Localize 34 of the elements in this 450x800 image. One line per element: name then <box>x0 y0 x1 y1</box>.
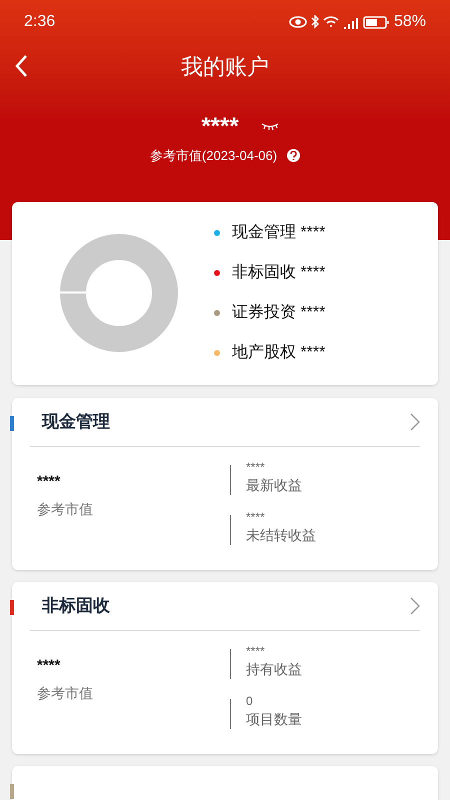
eye-icon <box>288 16 307 28</box>
wifi-icon <box>322 16 339 28</box>
battery-icon <box>362 16 390 28</box>
bluetooth-icon <box>310 15 319 29</box>
card-title: 现金管理 <box>42 410 110 433</box>
legend-label: 非标固收 **** <box>232 262 326 283</box>
card-value: **** <box>37 656 62 676</box>
card-value-label: 参考市值 <box>37 684 94 704</box>
stat-label: 最新收益 <box>246 476 302 494</box>
chevron-right-icon[interactable] <box>410 412 420 430</box>
product-card[interactable]: 非标固收 **** 参考市值 **** 持有收益 0 项目数量 <box>12 582 438 754</box>
stat-value: 0 <box>246 692 254 708</box>
closed-eye-icon[interactable] <box>260 123 279 131</box>
status-time: 2:36 <box>24 12 56 32</box>
page-title: 我的账户 <box>181 52 269 80</box>
stat-value: **** <box>246 458 266 474</box>
product-card[interactable]: 现金管理 **** 参考市值 **** 最新收益 **** 未结转收益 <box>12 398 438 570</box>
chevron-right-icon[interactable] <box>410 596 420 614</box>
signal-icon <box>342 15 359 29</box>
stat-label: 未结转收益 <box>246 526 316 544</box>
legend-label: 地产股权 **** <box>232 342 326 363</box>
card-title: 非标固收 <box>42 594 110 617</box>
legend-label: 证券投资 **** <box>232 302 326 323</box>
stat-value: **** <box>246 508 266 524</box>
card-value: **** <box>37 472 62 492</box>
stat-value: **** <box>246 642 266 658</box>
stat-label: 项目数量 <box>246 710 302 728</box>
back-icon[interactable] <box>14 54 28 78</box>
card-value-label: 参考市值 <box>37 500 94 520</box>
legend-label: 现金管理 **** <box>232 223 326 243</box>
total-amount: **** <box>201 112 239 142</box>
battery-percent: 58% <box>394 12 426 32</box>
market-value-label: 参考市值(2023-04-06) <box>150 147 278 165</box>
stat-label: 持有收益 <box>246 660 302 678</box>
